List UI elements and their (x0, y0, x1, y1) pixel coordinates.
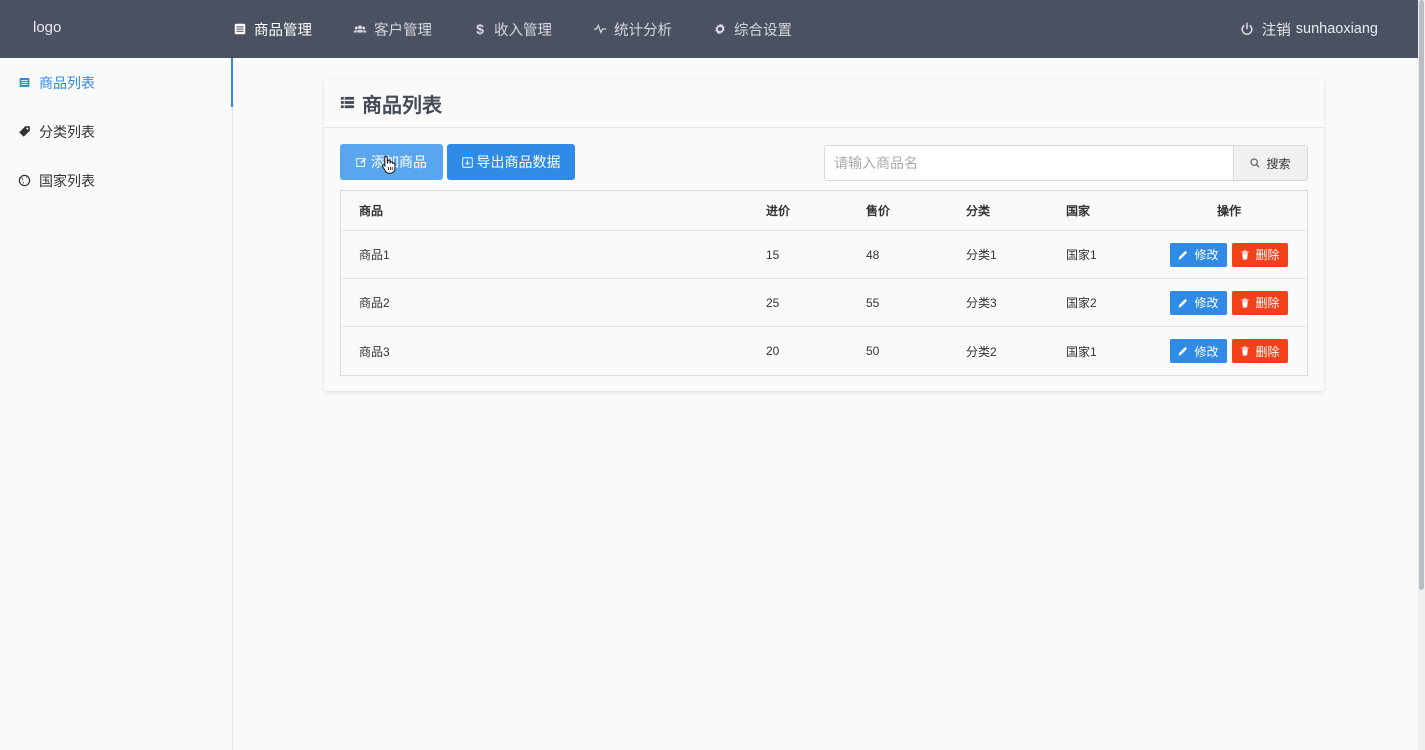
cell-category: 分类1 (966, 248, 997, 262)
search-button[interactable]: 搜索 (1233, 146, 1307, 180)
page-scrollbar[interactable] (1418, 0, 1425, 750)
trash-icon (1240, 346, 1250, 356)
dollar-icon: $ (476, 21, 484, 37)
table-row: 商品3 20 50 分类2 国家1 修改 删除 (341, 327, 1307, 375)
product-table: 商品 进价 售价 分类 国家 操作 商品1 15 48 分类1 国家1 修改 删… (340, 190, 1308, 376)
hand-cursor-icon (381, 155, 396, 174)
column-header-actions: 操作 (1216, 204, 1241, 218)
nav-item-label: 客户管理 (374, 22, 432, 39)
edit-label: 修改 (1194, 344, 1219, 359)
nav-item-label: 统计分析 (614, 22, 672, 39)
export-label: 导出商品数据 (476, 154, 561, 170)
nav-item-income-management[interactable]: $ 收入管理 (472, 0, 552, 58)
cell-category: 分类2 (966, 344, 997, 359)
trash-icon (1240, 250, 1250, 260)
table-row: 商品2 25 55 分类3 国家2 修改 删除 (341, 279, 1307, 327)
list-icon (340, 95, 356, 111)
cell-country: 国家2 (1066, 296, 1097, 310)
delete-button[interactable]: 删除 (1231, 339, 1288, 363)
column-header-product: 商品 (359, 204, 384, 218)
download-icon (461, 156, 473, 168)
search-input[interactable] (825, 146, 1233, 180)
trash-icon (1240, 298, 1250, 308)
sidebar-item-label: 国家列表 (39, 172, 95, 189)
sidebar-item-country-list[interactable]: 国家列表 (0, 156, 232, 205)
column-header-country: 国家 (1066, 204, 1091, 218)
sidebar-item-label: 商品列表 (39, 74, 95, 91)
scrollbar-thumb[interactable] (1419, 0, 1424, 590)
globe-icon (17, 174, 31, 188)
delete-label: 删除 (1255, 248, 1280, 262)
cell-actions: 修改 删除 (1169, 279, 1289, 326)
sidebar-item-label: 分类列表 (39, 123, 95, 140)
gear-icon (712, 21, 728, 37)
cell-actions: 修改 删除 (1169, 231, 1289, 278)
cell-cost: 20 (766, 344, 780, 358)
logo[interactable]: logo (33, 19, 61, 36)
cell-price: 48 (866, 247, 880, 262)
delete-label: 删除 (1255, 296, 1280, 310)
delete-button[interactable]: 删除 (1231, 242, 1288, 267)
nav-item-label: 商品管理 (254, 22, 312, 39)
product-list-panel: 商品列表 添加商品 导出商品数据 搜索 商品 进价 售价 分类 国家 操作 商品… (324, 79, 1324, 391)
logout-button[interactable]: 注销 sunhaoxiang (1240, 0, 1378, 58)
tag-icon (17, 125, 31, 139)
pencil-icon (1178, 346, 1188, 356)
nav-item-customer-management[interactable]: 客户管理 (352, 0, 432, 58)
pencil-icon (1178, 250, 1188, 260)
search-icon (1250, 158, 1261, 168)
cell-cost: 25 (766, 295, 780, 310)
table-row: 商品1 15 48 分类1 国家1 修改 删除 (341, 231, 1307, 279)
power-icon (1240, 22, 1254, 36)
top-navbar: logo 商品管理 客户管理 $ 收入管理 统计分析 综合设置 注销 sunha… (0, 0, 1418, 58)
page-title: 商品列表 (362, 94, 442, 117)
cell-product: 商品3 (359, 344, 390, 359)
cell-product: 商品1 (359, 248, 390, 262)
search-bar: 搜索 (824, 145, 1308, 181)
edit-icon (356, 157, 367, 168)
edit-label: 修改 (1194, 248, 1219, 262)
column-header-cost: 进价 (766, 204, 791, 218)
nav-item-statistics[interactable]: 统计分析 (592, 0, 672, 58)
cell-country: 国家1 (1066, 248, 1097, 262)
nav-item-settings[interactable]: 综合设置 (712, 0, 792, 58)
users-icon (352, 21, 368, 37)
column-header-price: 售价 (866, 204, 891, 218)
cell-cost: 15 (766, 247, 780, 262)
edit-button[interactable]: 修改 (1170, 290, 1227, 315)
logout-label: 注销 (1261, 22, 1291, 39)
delete-label: 删除 (1255, 344, 1280, 359)
list-icon (232, 21, 248, 37)
pulse-icon (592, 21, 608, 37)
sidebar-item-product-list[interactable]: 商品列表 (0, 58, 233, 107)
export-product-data-button[interactable]: 导出商品数据 (447, 144, 575, 180)
cell-country: 国家1 (1066, 344, 1097, 359)
search-button-label: 搜索 (1266, 156, 1291, 171)
column-header-category: 分类 (966, 204, 991, 218)
edit-button[interactable]: 修改 (1170, 339, 1227, 363)
list-icon (17, 76, 31, 90)
cell-price: 55 (866, 295, 880, 310)
cell-product: 商品2 (359, 296, 390, 310)
table-header-row: 商品 进价 售价 分类 国家 操作 (341, 191, 1307, 231)
cell-price: 50 (866, 344, 880, 358)
main-nav: 商品管理 客户管理 $ 收入管理 统计分析 综合设置 (232, 0, 832, 58)
sidebar-item-category-list[interactable]: 分类列表 (0, 107, 232, 156)
edit-button[interactable]: 修改 (1170, 242, 1227, 267)
pencil-icon (1178, 298, 1188, 308)
delete-button[interactable]: 删除 (1231, 290, 1288, 315)
nav-item-product-management[interactable]: 商品管理 (232, 0, 312, 58)
cell-category: 分类3 (966, 296, 997, 310)
nav-item-label: 综合设置 (734, 22, 792, 39)
panel-header: 商品列表 (324, 79, 1324, 128)
nav-item-label: 收入管理 (494, 22, 552, 39)
username: sunhaoxiang (1295, 21, 1378, 37)
add-product-label: 添加商品 (371, 154, 427, 170)
sidebar: 商品列表 分类列表 国家列表 (0, 58, 233, 750)
edit-label: 修改 (1194, 296, 1219, 310)
cell-actions: 修改 删除 (1169, 327, 1289, 375)
